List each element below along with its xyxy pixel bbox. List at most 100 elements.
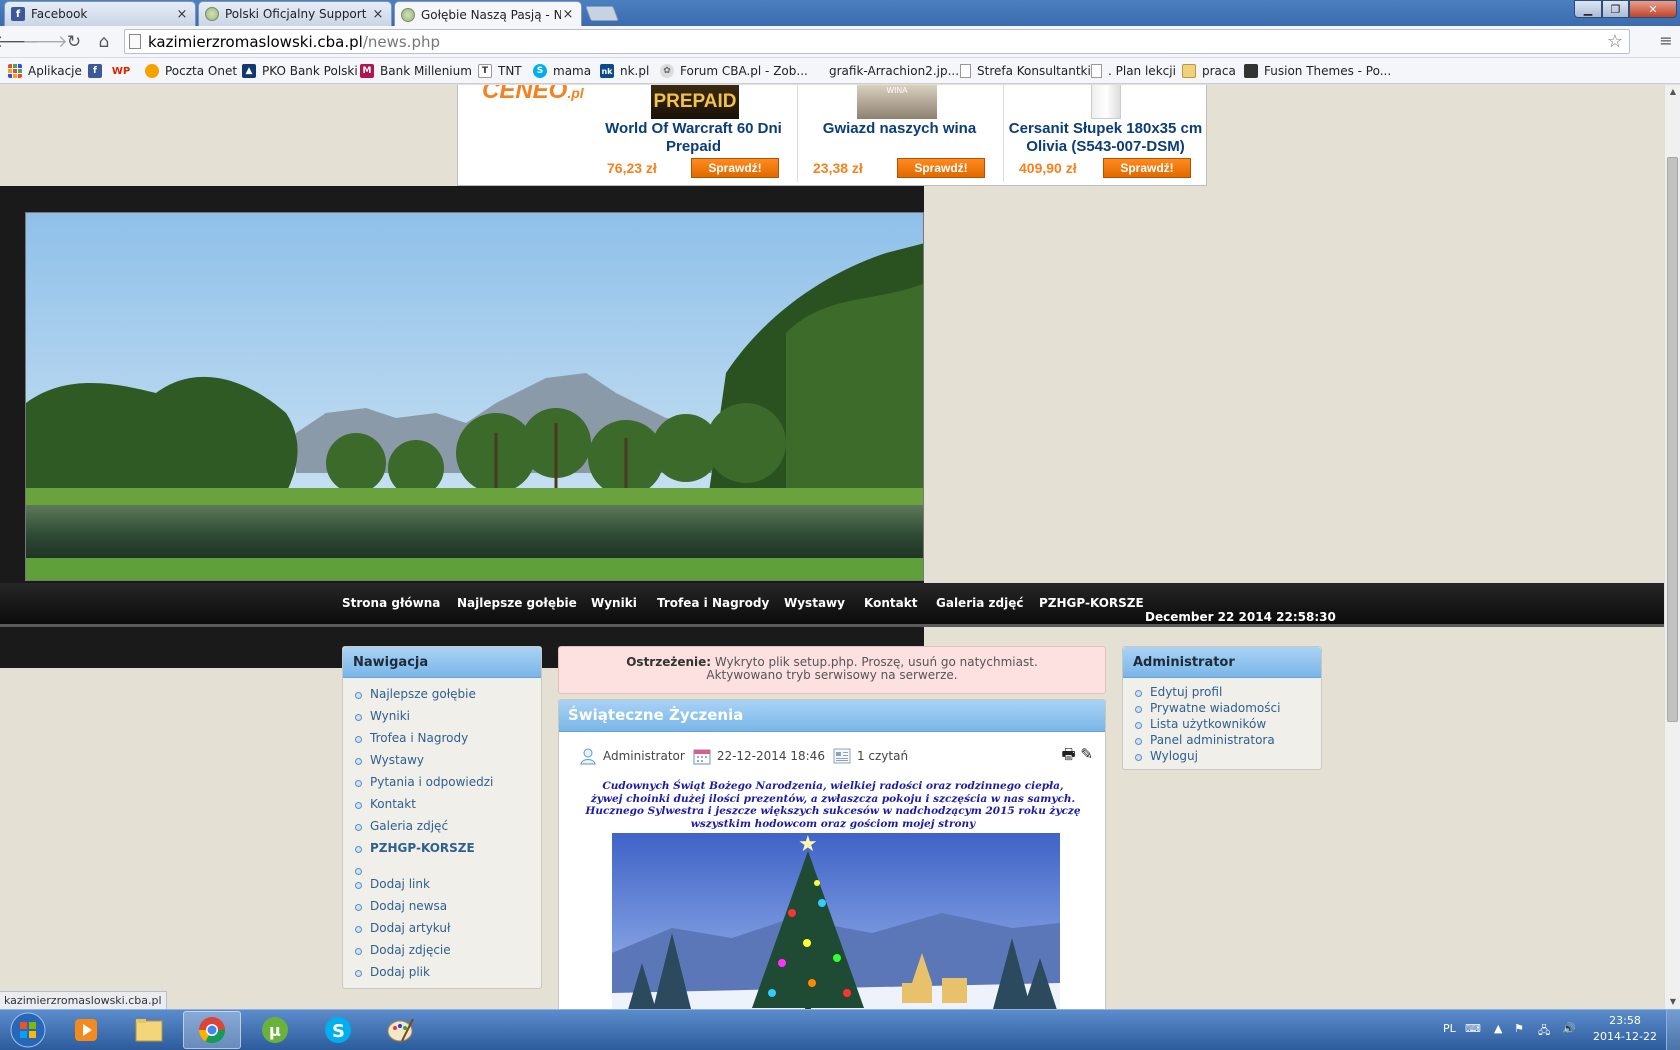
nav-trophies[interactable]: Trofea i Nagrody	[657, 596, 769, 610]
nav-gallery[interactable]: Galeria zdjęć	[936, 596, 1023, 610]
ad-item-warcraft[interactable]: PREPAID World Of Warcraft 60 Dni Prepaid…	[591, 85, 796, 182]
link-status-bubble: kazimierzromaslowski.cba.pl	[0, 991, 167, 1009]
browser-titlebar: f Facebook × Polski Oficjalny Support P …	[0, 0, 1680, 27]
bookmark-poczta-onet[interactable]: Poczta Onet	[145, 62, 237, 80]
bookmark-label: Bank Millenium	[380, 64, 472, 78]
bookmark-praca[interactable]: praca	[1182, 62, 1236, 80]
ad-item-cersanit[interactable]: Cersanit Słupek 180x35 cm Olivia (S543-0…	[1003, 85, 1208, 182]
bookmark-apps[interactable]: Aplikacje	[8, 62, 82, 80]
edit-icon[interactable]: ✎	[1080, 745, 1093, 763]
minimize-button[interactable]: ▁	[1574, 0, 1602, 18]
taskbar-explorer[interactable]	[120, 1011, 178, 1049]
new-tab-button[interactable]	[585, 6, 619, 21]
page-icon	[129, 34, 141, 49]
bookmark-mama[interactable]: S mama	[533, 62, 591, 80]
start-button[interactable]	[4, 1010, 52, 1050]
sidebar-item-add-photo[interactable]: Dodaj zdjęcie	[343, 943, 541, 965]
volume-icon[interactable]: 🔊	[1562, 1022, 1576, 1035]
sidebar-item-add-link[interactable]: Dodaj link	[343, 877, 541, 899]
show-hidden-icons-icon[interactable]: ▲	[1494, 1022, 1502, 1035]
page-scrollbar[interactable]: ▲ ▼	[1664, 85, 1680, 1009]
taskbar-utorrent[interactable]: µ	[246, 1011, 304, 1049]
sidebar-item-add-file[interactable]: Dodaj plik	[343, 965, 541, 987]
admin-item-admin-panel[interactable]: Panel administratora	[1123, 733, 1321, 749]
bookmark-tnt[interactable]: T TNT	[478, 62, 522, 80]
sidebar-item-add-article[interactable]: Dodaj artykuł	[343, 921, 541, 943]
ad-thumbnail	[1091, 85, 1121, 119]
admin-item-logout[interactable]: Wyloguj	[1123, 749, 1321, 765]
address-bar[interactable]: kazimierzromaslowski.cba.pl/news.php ☆	[124, 29, 1630, 54]
show-desktop-button[interactable]	[1666, 1010, 1680, 1050]
bookmark-plan-lekcji[interactable]: . Plan lekcji	[1091, 62, 1176, 80]
sidebar-item-pzhgp-korsze[interactable]: PZHGP-KORSZE	[343, 841, 541, 863]
sidebar-item-best-pigeons[interactable]: Najlepsze gołębie	[343, 687, 541, 709]
nav-results[interactable]: Wyniki	[591, 596, 637, 610]
sidebar-item-exhibitions[interactable]: Wystawy	[343, 753, 541, 775]
nav-home[interactable]: Strona główna	[342, 596, 440, 610]
bookmark-nk[interactable]: nk nk.pl	[600, 62, 649, 80]
taskbar-paint[interactable]	[372, 1011, 430, 1049]
nav-pzhgp-korsze[interactable]: PZHGP-KORSZE	[1039, 596, 1144, 610]
action-center-flag-icon[interactable]: ⚑	[1514, 1022, 1524, 1035]
ceneo-logo[interactable]: CENEO.pl	[482, 85, 584, 105]
sidebar-item-faq[interactable]: Pytania i odpowiedzi	[343, 775, 541, 797]
admin-item-edit-profile[interactable]: Edytuj profil	[1123, 685, 1321, 701]
nav-best-pigeons[interactable]: Najlepsze gołębie	[457, 596, 577, 610]
bookmark-millenium[interactable]: M Bank Millenium	[360, 62, 472, 80]
close-window-button[interactable]: ✕	[1629, 0, 1677, 18]
christmas-tree-image: ★	[612, 833, 1060, 1009]
ad-product-name[interactable]: Cersanit Słupek 180x35 cm Olivia (S543-0…	[1003, 120, 1208, 156]
keyboard-icon[interactable]: ⌨	[1465, 1022, 1481, 1035]
reload-icon: ↻	[66, 32, 82, 52]
ad-product-name[interactable]: Gwiazd naszych wina	[797, 120, 1002, 138]
reload-button[interactable]: ↻	[62, 30, 86, 54]
bookmark-strefa[interactable]: Strefa Konsultantki	[960, 62, 1091, 80]
bookmark-grafik[interactable]: grafik-Arrachion2.jp...	[829, 62, 959, 80]
close-tab-icon[interactable]: ×	[175, 7, 189, 22]
close-tab-icon[interactable]: ×	[561, 7, 575, 22]
admin-item-private-messages[interactable]: Prywatne wiadomości	[1123, 701, 1321, 717]
sidebar-item-gallery[interactable]: Galeria zdjęć	[343, 819, 541, 841]
sidebar-item-trophies[interactable]: Trofea i Nagrody	[343, 731, 541, 753]
ad-check-button[interactable]: Sprawdź!	[1103, 158, 1191, 178]
scroll-down-icon[interactable]: ▼	[1665, 995, 1680, 1009]
bookmark-wp[interactable]: WP	[112, 62, 134, 80]
admin-item-user-list[interactable]: Lista użytkowników	[1123, 717, 1321, 733]
system-clock[interactable]: 23:58 2014-12-22	[1590, 1013, 1660, 1045]
print-icon[interactable]: 🖶	[1061, 745, 1075, 763]
ad-check-button[interactable]: Sprawdź!	[897, 158, 985, 178]
nav-contact[interactable]: Kontakt	[864, 596, 917, 610]
tab-golebie-news[interactable]: Gołębie Naszą Pasją - New ×	[394, 1, 582, 27]
bookmark-label: praca	[1202, 64, 1236, 78]
tab-polski-support[interactable]: Polski Oficjalny Support P ×	[198, 1, 392, 26]
scroll-up-icon[interactable]: ▲	[1665, 85, 1680, 99]
bookmark-forum-cba[interactable]: ✿ Forum CBA.pl - Zob...	[660, 62, 808, 80]
close-icon: ✕	[1648, 2, 1658, 16]
menu-icon[interactable]: ≡	[1658, 32, 1674, 50]
tab-facebook[interactable]: f Facebook ×	[4, 1, 196, 26]
scrollbar-thumb[interactable]	[1667, 157, 1678, 722]
taskbar-skype[interactable]: S	[309, 1011, 367, 1049]
ad-item-gwiazd[interactable]: WINA Gwiazd naszych wina 23,38 zł Sprawd…	[797, 85, 1002, 182]
nav-exhibitions[interactable]: Wystawy	[784, 596, 845, 610]
sidebar-item-add-news[interactable]: Dodaj newsa	[343, 899, 541, 921]
news-title[interactable]: Świąteczne Życzenia	[559, 700, 1105, 732]
bookmark-pko[interactable]: ▲ PKO Bank Polski	[242, 62, 358, 80]
taskbar-chrome[interactable]	[183, 1011, 241, 1049]
news-tools: 🖶 ✎	[1061, 744, 1093, 769]
taskbar-media-player[interactable]	[57, 1011, 115, 1049]
network-icon[interactable]: 🖧	[1538, 1022, 1550, 1041]
bookmark-fusion-themes[interactable]: Fusion Themes - Po...	[1244, 62, 1391, 80]
sidebar-item-results[interactable]: Wyniki	[343, 709, 541, 731]
sidebar-item-contact[interactable]: Kontakt	[343, 797, 541, 819]
home-button[interactable]: ⌂	[92, 30, 116, 54]
bookmark-facebook[interactable]: f	[88, 62, 108, 80]
close-tab-icon[interactable]: ×	[371, 7, 385, 22]
maximize-button[interactable]: ❐	[1602, 0, 1629, 18]
ad-check-button[interactable]: Sprawdź!	[691, 158, 779, 178]
language-indicator[interactable]: PL	[1443, 1022, 1456, 1035]
bookmark-star-icon[interactable]: ☆	[1607, 31, 1623, 52]
forward-button[interactable]: 🡒	[22, 30, 68, 54]
ad-product-name[interactable]: World Of Warcraft 60 Dni Prepaid	[591, 120, 796, 156]
news-author[interactable]: Administrator	[603, 749, 685, 763]
